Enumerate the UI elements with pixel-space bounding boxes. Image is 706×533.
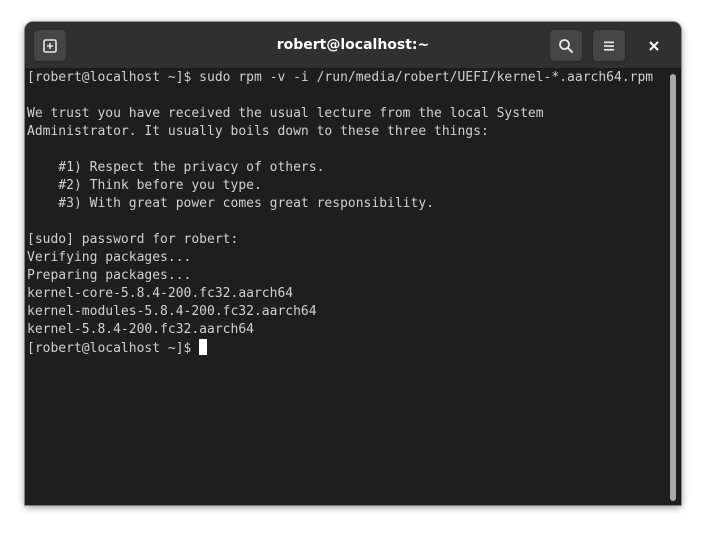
terminal-line: Administrator. It usually boils down to … <box>27 124 489 139</box>
header-bar: robert@localhost:~ <box>25 22 681 69</box>
terminal-line: We trust you have received the usual lec… <box>27 106 544 121</box>
close-button[interactable] <box>637 29 671 62</box>
text-cursor <box>199 339 208 355</box>
search-button[interactable] <box>549 29 583 62</box>
close-icon <box>649 40 659 51</box>
terminal-line: Verifying packages... <box>27 250 192 265</box>
menu-button[interactable] <box>592 29 626 62</box>
terminal-line: kernel-core-5.8.4-200.fc32.aarch64 <box>27 286 294 301</box>
terminal-line: [robert@localhost ~]$ sudo rpm -v -i /ru… <box>27 70 654 85</box>
terminal-window: robert@localhost:~ [robert@localhost ~]$… <box>25 22 681 505</box>
prompt-line: [robert@localhost ~]$ <box>27 339 208 357</box>
search-icon <box>559 38 573 53</box>
terminal-line: kernel-5.8.4-200.fc32.aarch64 <box>27 322 254 337</box>
terminal-line: kernel-modules-5.8.4-200.fc32.aarch64 <box>27 304 317 319</box>
terminal-line: Preparing packages... <box>27 268 192 283</box>
terminal-output[interactable]: [robert@localhost ~]$ sudo rpm -v -i /ru… <box>25 69 681 505</box>
hamburger-menu-icon <box>604 41 614 51</box>
new-tab-button[interactable] <box>33 29 67 62</box>
terminal-line: #1) Respect the privacy of others. <box>27 160 325 175</box>
shell-prompt: [robert@localhost ~]$ <box>27 341 192 356</box>
terminal-line: #2) Think before you type. <box>27 178 262 193</box>
terminal-line: [sudo] password for robert: <box>27 232 239 247</box>
terminal-line: #3) With great power comes great respons… <box>27 196 434 211</box>
scrollbar[interactable] <box>670 74 676 501</box>
new-tab-icon <box>43 38 57 53</box>
